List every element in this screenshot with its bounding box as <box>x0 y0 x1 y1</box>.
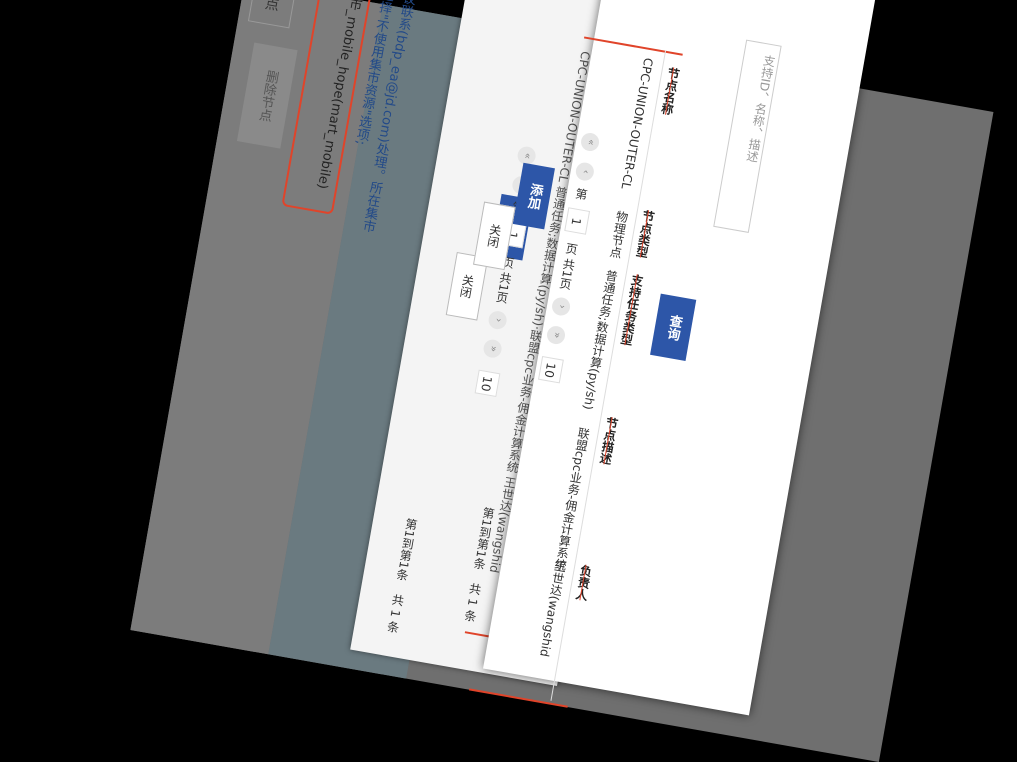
record-total: 共 1 条 <box>384 592 406 635</box>
page-size-select[interactable]: 10 <box>474 369 501 398</box>
search-input[interactable]: 支持ID、名称、描述 <box>713 39 782 233</box>
query-button[interactable]: 查询 <box>650 293 697 361</box>
pagination-summary: 第1到第1条 共 1 条 <box>384 517 421 635</box>
next-page-icon[interactable]: › <box>487 309 509 331</box>
page-prefix: 第 <box>572 186 589 202</box>
page-size-select[interactable]: 10 <box>537 356 564 384</box>
last-page-icon[interactable]: » <box>482 338 503 360</box>
next-page-icon[interactable]: › <box>550 295 572 317</box>
total-pages: 共1页 <box>493 270 514 305</box>
last-page-icon[interactable]: » <box>545 325 567 346</box>
page-suffix: 页 <box>563 241 580 256</box>
total-pages: 共1页 <box>557 257 577 291</box>
prev-page-icon[interactable]: ‹ <box>574 160 596 182</box>
record-range: 第1到第1条 <box>394 517 419 582</box>
page-input[interactable]: 1 <box>564 207 590 236</box>
first-page-icon[interactable]: « <box>579 131 601 153</box>
